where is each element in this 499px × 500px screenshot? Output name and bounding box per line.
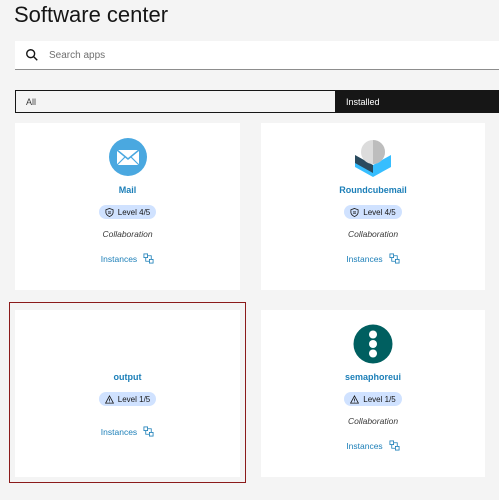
level-badge: Level 1/5 — [344, 392, 402, 406]
instances-label[interactable]: Instances — [346, 441, 382, 451]
app-name[interactable]: Roundcubemail — [339, 185, 407, 195]
mail-icon — [108, 137, 148, 177]
level-label: Level 4/5 — [363, 207, 396, 217]
level-badge: Level 4/5 — [98, 205, 157, 219]
selection-highlight — [9, 302, 246, 483]
instances-link[interactable]: Instances — [101, 253, 154, 264]
level-label: Level 4/5 — [117, 207, 151, 217]
level-label: Level 1/5 — [363, 394, 396, 404]
instances-icon — [389, 253, 400, 264]
page-title: Software center — [14, 2, 169, 27]
warning-icon — [350, 394, 360, 404]
shield-icon — [105, 207, 114, 217]
tab-list: All Installed — [15, 90, 499, 113]
semaphore-icon — [353, 324, 393, 364]
instances-link[interactable]: Instances — [346, 440, 400, 451]
instances-link[interactable]: Instances — [346, 253, 400, 264]
app-category: Collaboration — [102, 229, 153, 239]
app-category: Collaboration — [347, 229, 399, 239]
instances-icon — [389, 440, 400, 451]
app-name[interactable]: Mail — [119, 185, 137, 195]
app-card-mail[interactable]: Mail Level 4/5 Collaboration Instances — [15, 123, 240, 290]
tab-all[interactable]: All — [15, 90, 336, 113]
roundcube-icon — [353, 137, 393, 177]
instances-icon — [143, 253, 154, 264]
app-card-roundcubemail[interactable]: Roundcubemail Level 4/5 Collaboration In… — [261, 123, 485, 290]
search-bar[interactable] — [15, 41, 499, 70]
app-category: Collaboration — [347, 416, 399, 426]
instances-label[interactable]: Instances — [101, 254, 137, 264]
shield-icon — [350, 207, 359, 217]
instances-label[interactable]: Instances — [346, 254, 382, 264]
app-card-semaphoreui[interactable]: semaphoreui Level 1/5 Collaboration Inst… — [261, 310, 485, 477]
app-name[interactable]: semaphoreui — [345, 372, 401, 382]
level-badge: Level 4/5 — [344, 205, 402, 219]
search-icon — [25, 48, 39, 62]
tab-installed[interactable]: Installed — [336, 90, 499, 113]
search-input[interactable] — [49, 49, 449, 61]
